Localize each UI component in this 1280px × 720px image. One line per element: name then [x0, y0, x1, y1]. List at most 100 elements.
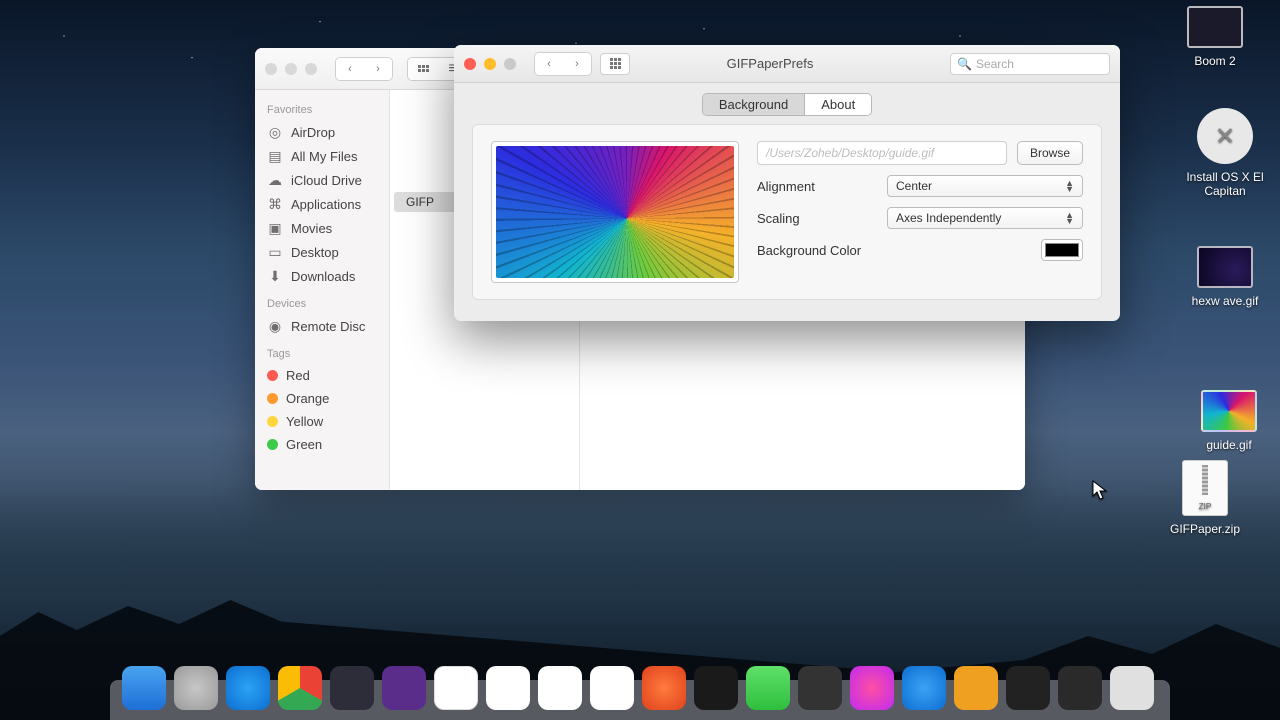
tab-background[interactable]: Background: [703, 94, 804, 115]
sidebar-label: Green: [286, 437, 322, 452]
app-thumb: [1187, 6, 1243, 48]
dock-launchpad[interactable]: [174, 666, 218, 710]
dock-app6[interactable]: [1006, 666, 1050, 710]
icon-label: Install OS X El Capitan: [1170, 170, 1280, 198]
scaling-select[interactable]: Axes Independently ▲▼: [887, 207, 1083, 229]
alignment-select[interactable]: Center ▲▼: [887, 175, 1083, 197]
installer-icon: ✕: [1197, 108, 1253, 164]
sidebar-heading-tags: Tags: [255, 344, 389, 364]
sidebar-item-applications[interactable]: ⌘Applications: [255, 192, 389, 216]
tabs: Background About: [702, 93, 872, 116]
forward-button[interactable]: ›: [563, 53, 591, 75]
chevron-updown-icon: ▲▼: [1065, 212, 1074, 224]
tag-dot: [267, 416, 278, 427]
dock-app3[interactable]: [642, 666, 686, 710]
select-value: Center: [896, 179, 932, 193]
traffic-lights: [464, 58, 516, 70]
prefs-nav: ‹ ›: [534, 52, 592, 76]
traffic-lights: [265, 63, 317, 75]
zip-icon: ZIP: [1182, 460, 1228, 516]
sidebar-item-movies[interactable]: ▣Movies: [255, 216, 389, 240]
dock-itunes[interactable]: [850, 666, 894, 710]
dock-notes[interactable]: [486, 666, 530, 710]
dock-calendar[interactable]: [434, 666, 478, 710]
search-icon: 🔍: [957, 57, 972, 71]
finder-nav: ‹ ›: [335, 57, 393, 81]
dock-appstore[interactable]: [902, 666, 946, 710]
minimize-button[interactable]: [285, 63, 297, 75]
dock-safari[interactable]: [226, 666, 270, 710]
select-value: Axes Independently: [896, 211, 1001, 225]
back-button[interactable]: ‹: [336, 58, 364, 80]
allfiles-icon: ▤: [267, 148, 283, 164]
search-field[interactable]: 🔍 Search: [950, 53, 1110, 75]
tag-dot: [267, 439, 278, 450]
sidebar-item-downloads[interactable]: ⬇Downloads: [255, 264, 389, 288]
bgcolor-label: Background Color: [757, 243, 861, 258]
sidebar-item-allmyfiles[interactable]: ▤All My Files: [255, 144, 389, 168]
back-button[interactable]: ‹: [535, 53, 563, 75]
minimize-button[interactable]: [484, 58, 496, 70]
sidebar-label: iCloud Drive: [291, 173, 362, 188]
desktop-icon-boom2[interactable]: Boom 2: [1160, 6, 1270, 68]
desktop-icon-install-osx[interactable]: ✕ Install OS X El Capitan: [1170, 108, 1280, 198]
dock-finder[interactable]: [122, 666, 166, 710]
cloud-icon: ☁: [267, 172, 283, 188]
sidebar-heading-devices: Devices: [255, 294, 389, 314]
gif-thumb: [1201, 390, 1257, 432]
dock-reminders[interactable]: [538, 666, 582, 710]
icon-label: hexw ave.gif: [1170, 294, 1280, 308]
dock-app8[interactable]: [1110, 666, 1154, 710]
dock-app2[interactable]: [382, 666, 426, 710]
sidebar-item-airdrop[interactable]: ◎ AirDrop: [255, 120, 389, 144]
sidebar-tag-orange[interactable]: Orange: [255, 387, 389, 410]
desktop-icon-guide[interactable]: guide.gif: [1174, 390, 1280, 452]
preview-image: [496, 146, 734, 278]
tab-about[interactable]: About: [804, 94, 871, 115]
prefs-toolbar: ‹ › GIFPaperPrefs 🔍 Search: [454, 45, 1120, 83]
gif-preview: [491, 141, 739, 283]
search-placeholder: Search: [976, 57, 1014, 71]
dock-chrome[interactable]: [278, 666, 322, 710]
sidebar-tag-yellow[interactable]: Yellow: [255, 410, 389, 433]
close-button[interactable]: [464, 58, 476, 70]
desktop-icon-gifpaper-zip[interactable]: ZIP GIFPaper.zip: [1150, 460, 1260, 536]
chevron-updown-icon: ▲▼: [1065, 180, 1074, 192]
zoom-button[interactable]: [305, 63, 317, 75]
browse-button[interactable]: Browse: [1017, 141, 1083, 165]
sidebar-heading-favorites: Favorites: [255, 100, 389, 120]
sidebar-label: Orange: [286, 391, 329, 406]
apps-icon: ⌘: [267, 196, 283, 212]
dock-app1[interactable]: [330, 666, 374, 710]
icon-label: GIFPaper.zip: [1150, 522, 1260, 536]
scaling-label: Scaling: [757, 211, 877, 226]
sidebar-item-icloud[interactable]: ☁ iCloud Drive: [255, 168, 389, 192]
forward-button[interactable]: ›: [364, 58, 392, 80]
prefs-window[interactable]: ‹ › GIFPaperPrefs 🔍 Search Background Ab…: [454, 45, 1120, 321]
disc-icon: ◉: [267, 318, 283, 334]
sidebar-tag-green[interactable]: Green: [255, 433, 389, 456]
zoom-button[interactable]: [504, 58, 516, 70]
icon-view[interactable]: [408, 58, 438, 80]
dock-app5[interactable]: [954, 666, 998, 710]
icon-label: Boom 2: [1160, 54, 1270, 68]
sidebar-label: AirDrop: [291, 125, 335, 140]
sidebar-item-remotedisc[interactable]: ◉Remote Disc: [255, 314, 389, 338]
dock-pages[interactable]: [590, 666, 634, 710]
sidebar-item-desktop[interactable]: ▭Desktop: [255, 240, 389, 264]
sidebar-label: Downloads: [291, 269, 355, 284]
alignment-label: Alignment: [757, 179, 877, 194]
sidebar-label: Desktop: [291, 245, 339, 260]
finder-sidebar: Favorites ◎ AirDrop ▤All My Files ☁ iCloud…: [255, 90, 390, 490]
dock-app4[interactable]: [798, 666, 842, 710]
gif-path-input[interactable]: /Users/Zoheb/Desktop/guide.gif: [757, 141, 1007, 165]
airdrop-icon: ◎: [267, 124, 283, 140]
dock-voicememos[interactable]: [694, 666, 738, 710]
dock[interactable]: [110, 680, 1170, 720]
dock-messages[interactable]: [746, 666, 790, 710]
sidebar-tag-red[interactable]: Red: [255, 364, 389, 387]
desktop-icon-hexwave[interactable]: hexw ave.gif: [1170, 246, 1280, 308]
dock-app7[interactable]: [1058, 666, 1102, 710]
close-button[interactable]: [265, 63, 277, 75]
bgcolor-well[interactable]: [1041, 239, 1083, 261]
